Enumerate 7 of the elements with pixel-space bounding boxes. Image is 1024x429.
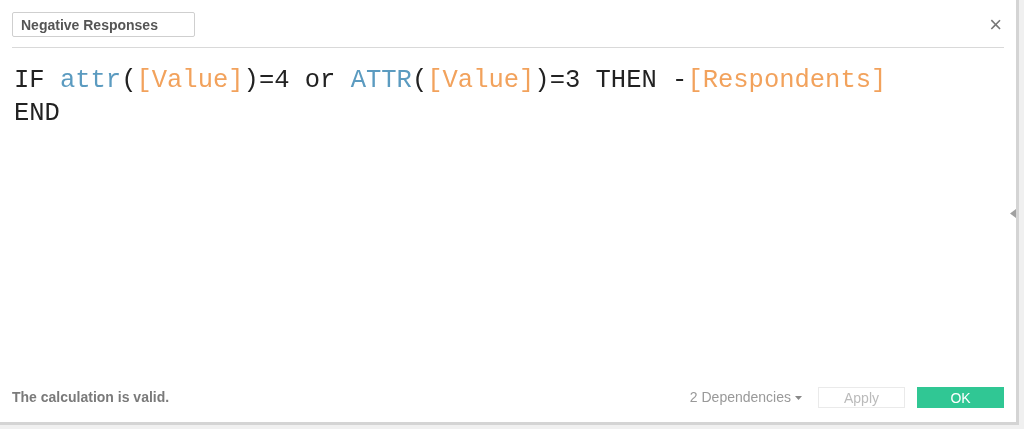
collapse-arrow-icon[interactable]: [1010, 209, 1016, 218]
validation-status: The calculation is valid.: [12, 388, 171, 407]
close-button[interactable]: ×: [989, 13, 1002, 36]
caret-icon: [795, 395, 802, 400]
calculation-name-field[interactable]: Negative Responses: [12, 12, 195, 37]
code-editor[interactable]: IF attr([Value])=4 or ATTR([Value])=3 THEN -[Respondents] END: [0, 48, 1016, 379]
dependencies-dropdown[interactable]: 2 Dependencies: [689, 387, 802, 408]
